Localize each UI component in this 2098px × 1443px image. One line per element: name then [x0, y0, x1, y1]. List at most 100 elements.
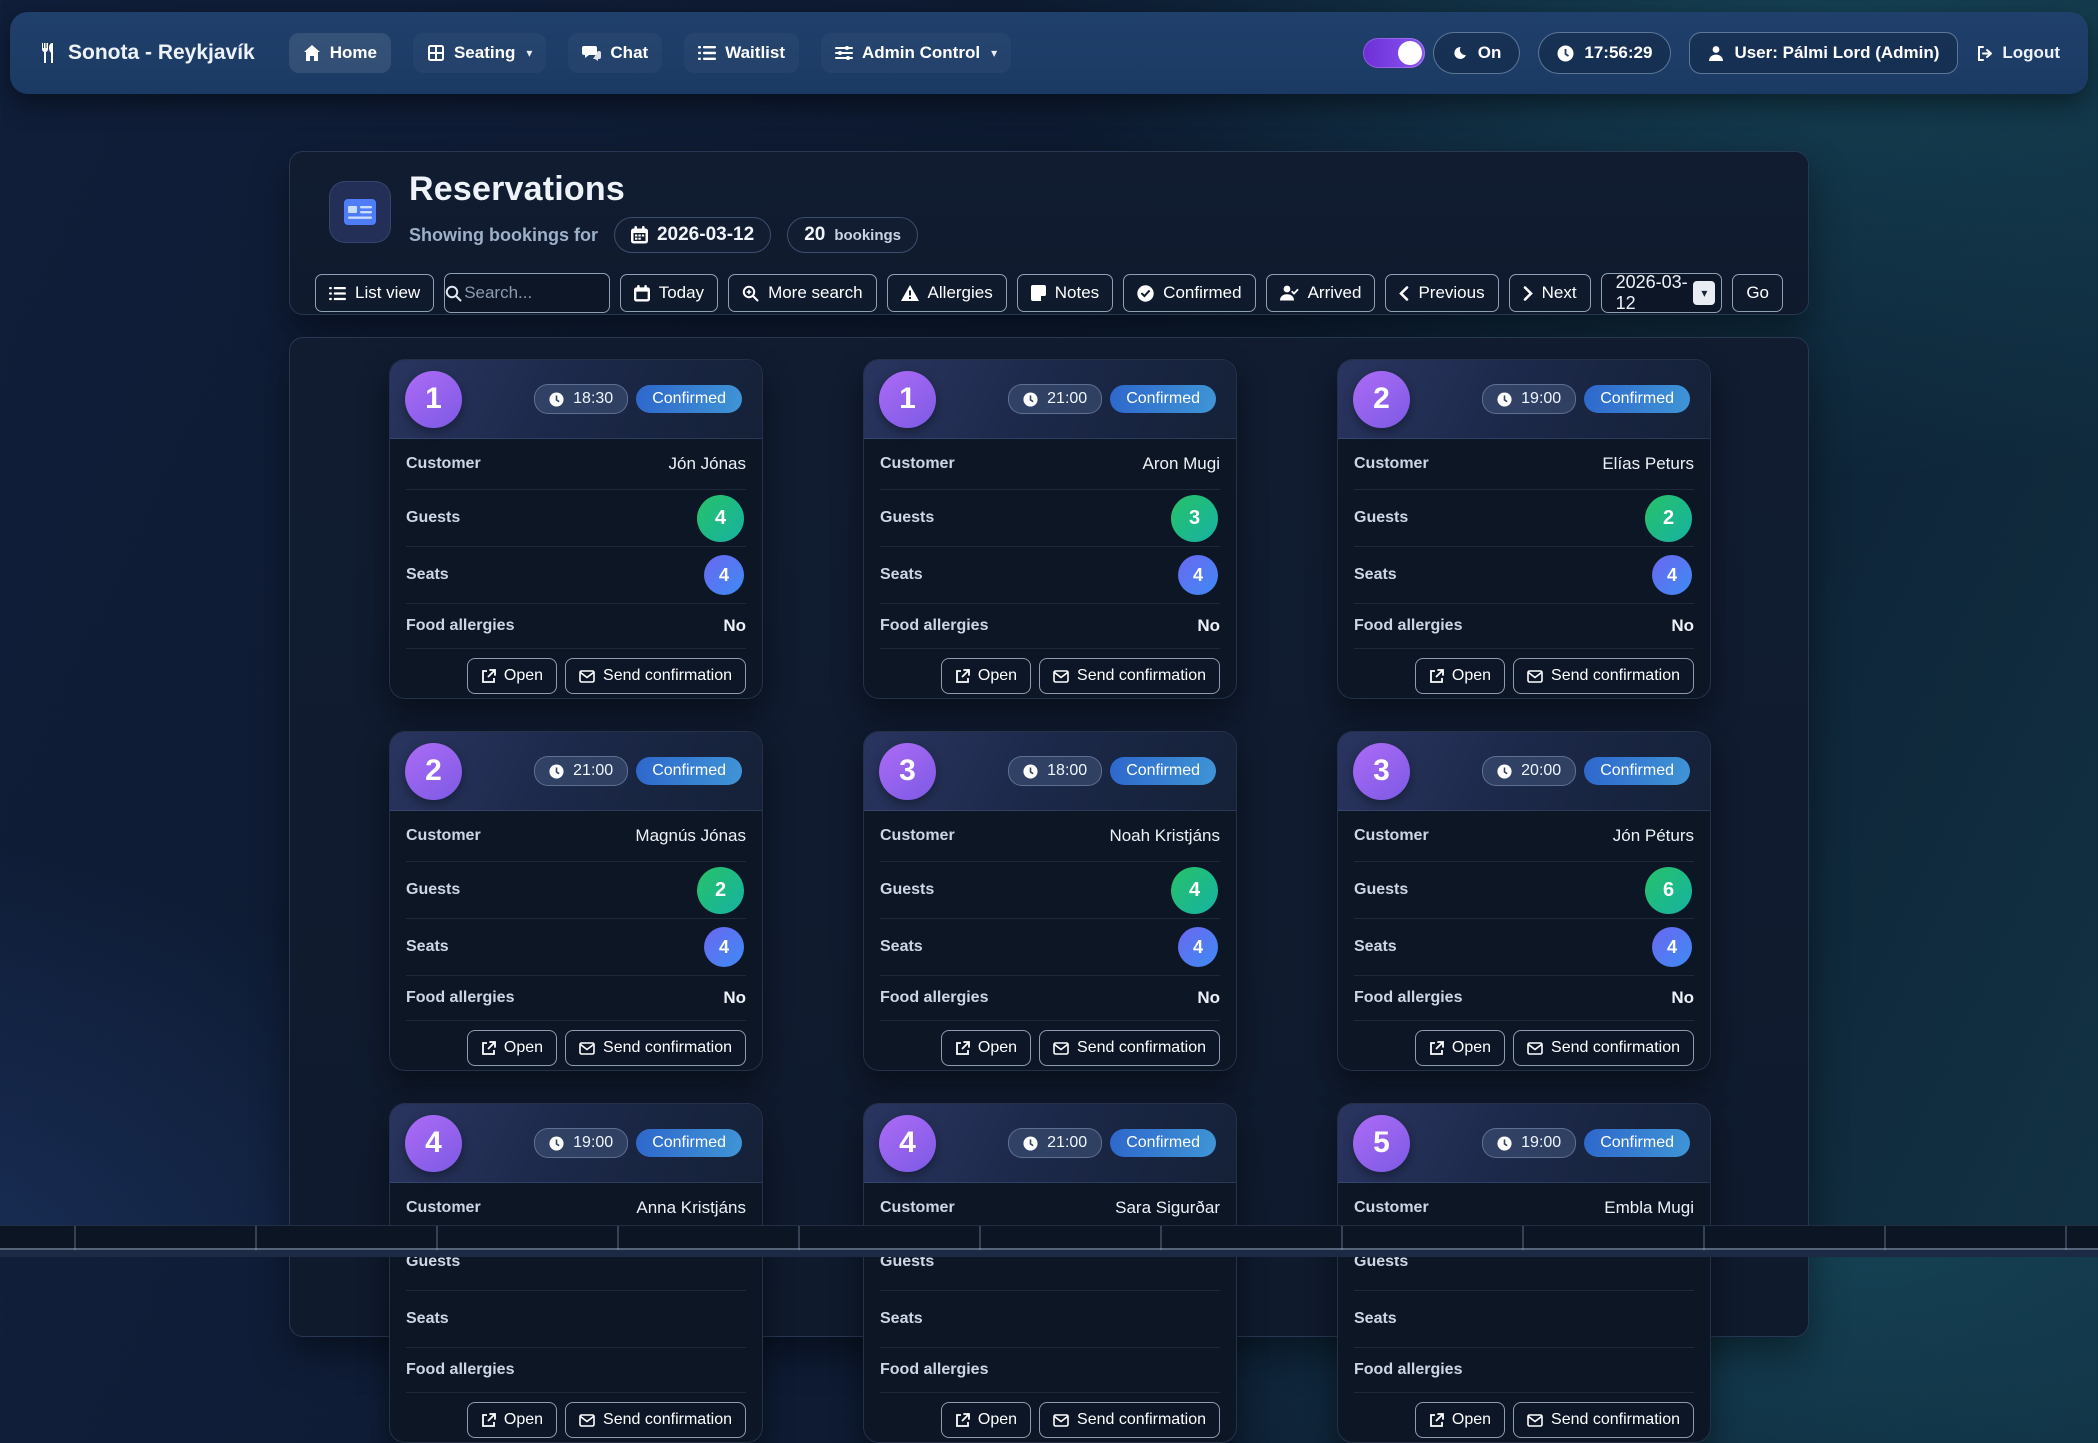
card-body: Customer Elías Peturs Guests 2 Seats 4 F… [1338, 439, 1710, 699]
envelope-icon [579, 1414, 595, 1427]
seats-count-badge: 4 [1178, 927, 1218, 967]
send-confirmation-button[interactable]: Send confirmation [1039, 658, 1220, 694]
search-group: × [444, 273, 610, 313]
send-confirmation-button[interactable]: Send confirmation [565, 1402, 746, 1438]
status-badge: Confirmed [636, 385, 742, 413]
open-button[interactable]: Open [941, 1402, 1031, 1438]
bookings-count-badge: 20 bookings [787, 217, 918, 253]
user-check-icon [1280, 285, 1299, 301]
send-confirmation-button[interactable]: Send confirmation [1513, 1402, 1694, 1438]
list-view-button[interactable]: List view [315, 274, 434, 312]
seats-label: Seats [1354, 566, 1397, 584]
open-button[interactable]: Open [467, 1402, 557, 1438]
clock-icon [1023, 764, 1038, 779]
seats-label: Seats [880, 1310, 923, 1328]
guests-label: Guests [1354, 509, 1408, 527]
send-confirmation-button[interactable]: Send confirmation [1513, 1030, 1694, 1066]
seats-count-badge: 4 [1652, 555, 1692, 595]
card-body: Customer Jón Jónas Guests 4 Seats 4 Food… [390, 439, 762, 699]
arrived-filter-button[interactable]: Arrived [1266, 274, 1376, 312]
open-button[interactable]: Open [941, 1030, 1031, 1066]
customer-name: Anna Kristjáns [636, 1198, 746, 1218]
today-button[interactable]: Today [620, 274, 718, 312]
reservation-card: 3 20:00 Confirmed Customer Jón Péturs Gu… [1337, 731, 1711, 1071]
send-confirmation-button[interactable]: Send confirmation [565, 1030, 746, 1066]
time-badge: 18:30 [534, 384, 628, 414]
send-confirmation-button[interactable]: Send confirmation [1039, 1402, 1220, 1438]
clock-display: 17:56:29 [1538, 32, 1671, 74]
status-badge: Confirmed [1584, 1129, 1690, 1157]
customer-name: Magnús Jónas [635, 826, 746, 846]
nav-item-seating[interactable]: Seating ▾ [413, 33, 546, 73]
customer-name: Jón Péturs [1613, 826, 1694, 846]
food-allergies-value: No [723, 988, 746, 1008]
nav-item-admin-control[interactable]: Admin Control ▾ [821, 33, 1011, 73]
date-badge: 2026-03-12 [614, 217, 771, 253]
allergies-filter-button[interactable]: Allergies [887, 274, 1007, 312]
open-button[interactable]: Open [467, 658, 557, 694]
seats-label: Seats [880, 566, 923, 584]
reservation-card: 1 21:00 Confirmed Customer Aron Mugi Gue… [863, 359, 1237, 699]
nav-item-home[interactable]: Home [289, 33, 391, 73]
reservation-card: 3 18:00 Confirmed Customer Noah Kristján… [863, 731, 1237, 1071]
nav-item-chat[interactable]: Chat [568, 33, 662, 73]
navbar: Sonota - Reykjavík Home Seating ▾ Chat W… [10, 12, 2088, 94]
logout-button[interactable]: Logout [1976, 43, 2060, 63]
open-button[interactable]: Open [1415, 1030, 1505, 1066]
open-button[interactable]: Open [1415, 1402, 1505, 1438]
customer-label: Customer [880, 1199, 955, 1217]
brand-label: Sonota - Reykjavík [68, 41, 255, 65]
reservation-card: 2 21:00 Confirmed Customer Magnús Jónas … [389, 731, 763, 1071]
guests-count-badge: 2 [1645, 495, 1692, 542]
guests-label: Guests [406, 509, 460, 527]
reservation-card: 2 19:00 Confirmed Customer Elías Peturs … [1337, 359, 1711, 699]
send-confirmation-button[interactable]: Send confirmation [1513, 658, 1694, 694]
customer-name: Elías Peturs [1602, 454, 1694, 474]
customer-name: Jón Jónas [669, 454, 747, 474]
user-icon [1708, 45, 1724, 62]
send-confirmation-button[interactable]: Send confirmation [1039, 1030, 1220, 1066]
more-search-button[interactable]: More search [728, 274, 876, 312]
status-badge: Confirmed [1110, 757, 1216, 785]
brand[interactable]: Sonota - Reykjavík [38, 41, 255, 65]
note-icon [1031, 285, 1046, 301]
card-header: 3 18:00 Confirmed [864, 732, 1236, 811]
guests-count-badge: 4 [1171, 867, 1218, 914]
envelope-icon [1053, 1414, 1069, 1427]
card-body: Customer Aron Mugi Guests 3 Seats 4 Food… [864, 439, 1236, 699]
go-button[interactable]: Go [1732, 274, 1783, 312]
external-link-icon [1429, 1413, 1444, 1428]
open-button[interactable]: Open [941, 658, 1031, 694]
dark-mode-toggle[interactable] [1363, 38, 1425, 68]
status-badge: Confirmed [636, 1129, 742, 1157]
clock-icon [1497, 764, 1512, 779]
status-badge: Confirmed [1110, 385, 1216, 413]
guests-label: Guests [880, 881, 934, 899]
card-header: 2 21:00 Confirmed [390, 732, 762, 811]
warning-triangle-icon [901, 285, 919, 301]
previous-day-button[interactable]: Previous [1385, 274, 1498, 312]
nav-item-waitlist[interactable]: Waitlist [684, 33, 799, 73]
open-button[interactable]: Open [1415, 658, 1505, 694]
table-number-badge: 3 [879, 743, 936, 800]
table-grid-icon [427, 44, 445, 62]
date-select[interactable]: 2026-03-12 ▾ [1601, 273, 1723, 313]
open-button[interactable]: Open [467, 1030, 557, 1066]
next-day-button[interactable]: Next [1509, 274, 1591, 312]
external-link-icon [481, 669, 496, 684]
card-header: 1 18:30 Confirmed [390, 360, 762, 439]
seats-label: Seats [880, 938, 923, 956]
seats-label: Seats [406, 938, 449, 956]
time-badge: 19:00 [534, 1128, 628, 1158]
user-menu[interactable]: User: Pálmi Lord (Admin) [1689, 32, 1958, 74]
confirmed-filter-button[interactable]: Confirmed [1123, 274, 1255, 312]
check-circle-icon [1137, 285, 1154, 302]
notes-filter-button[interactable]: Notes [1017, 274, 1113, 312]
customer-label: Customer [406, 827, 481, 845]
search-input[interactable] [462, 282, 610, 304]
food-allergies-label: Food allergies [880, 1361, 988, 1379]
send-confirmation-button[interactable]: Send confirmation [565, 658, 746, 694]
customer-label: Customer [880, 827, 955, 845]
fork-knife-icon [38, 42, 58, 64]
time-badge: 21:00 [534, 756, 628, 786]
